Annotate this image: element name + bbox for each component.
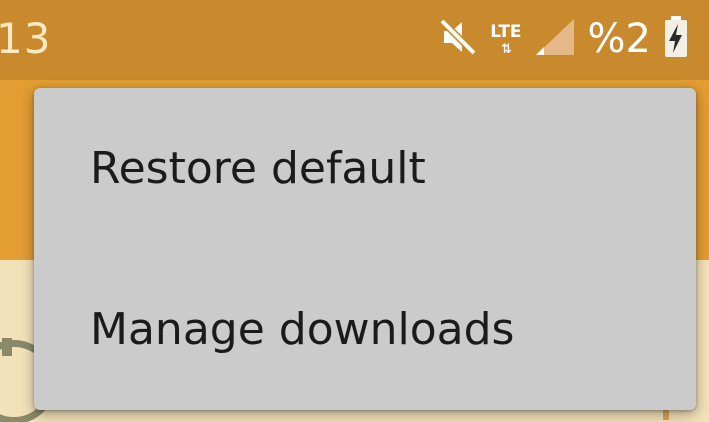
menu-item-manage-downloads[interactable]: Manage downloads <box>34 249 696 410</box>
signal-icon <box>534 17 576 62</box>
menu-item-label: Restore default <box>90 143 426 194</box>
overflow-popup-menu: Restore default Manage downloads <box>34 88 696 410</box>
battery-charging-icon <box>663 15 689 64</box>
lte-label: LTE <box>490 21 522 42</box>
lte-indicator: LTE ⇅ <box>490 21 522 56</box>
status-icons: LTE ⇅ %2 <box>438 14 689 64</box>
data-arrows-icon: ⇅ <box>500 40 512 56</box>
menu-item-label: Manage downloads <box>90 304 515 355</box>
mute-icon <box>438 17 478 62</box>
battery-percentage: %2 <box>587 16 651 62</box>
status-time: 13 <box>0 14 52 63</box>
status-bar: 13 LTE ⇅ %2 <box>0 0 709 80</box>
menu-item-restore-default[interactable]: Restore default <box>34 88 696 249</box>
screen: 13 LTE ⇅ %2 Restore default Manage downl… <box>0 0 709 422</box>
